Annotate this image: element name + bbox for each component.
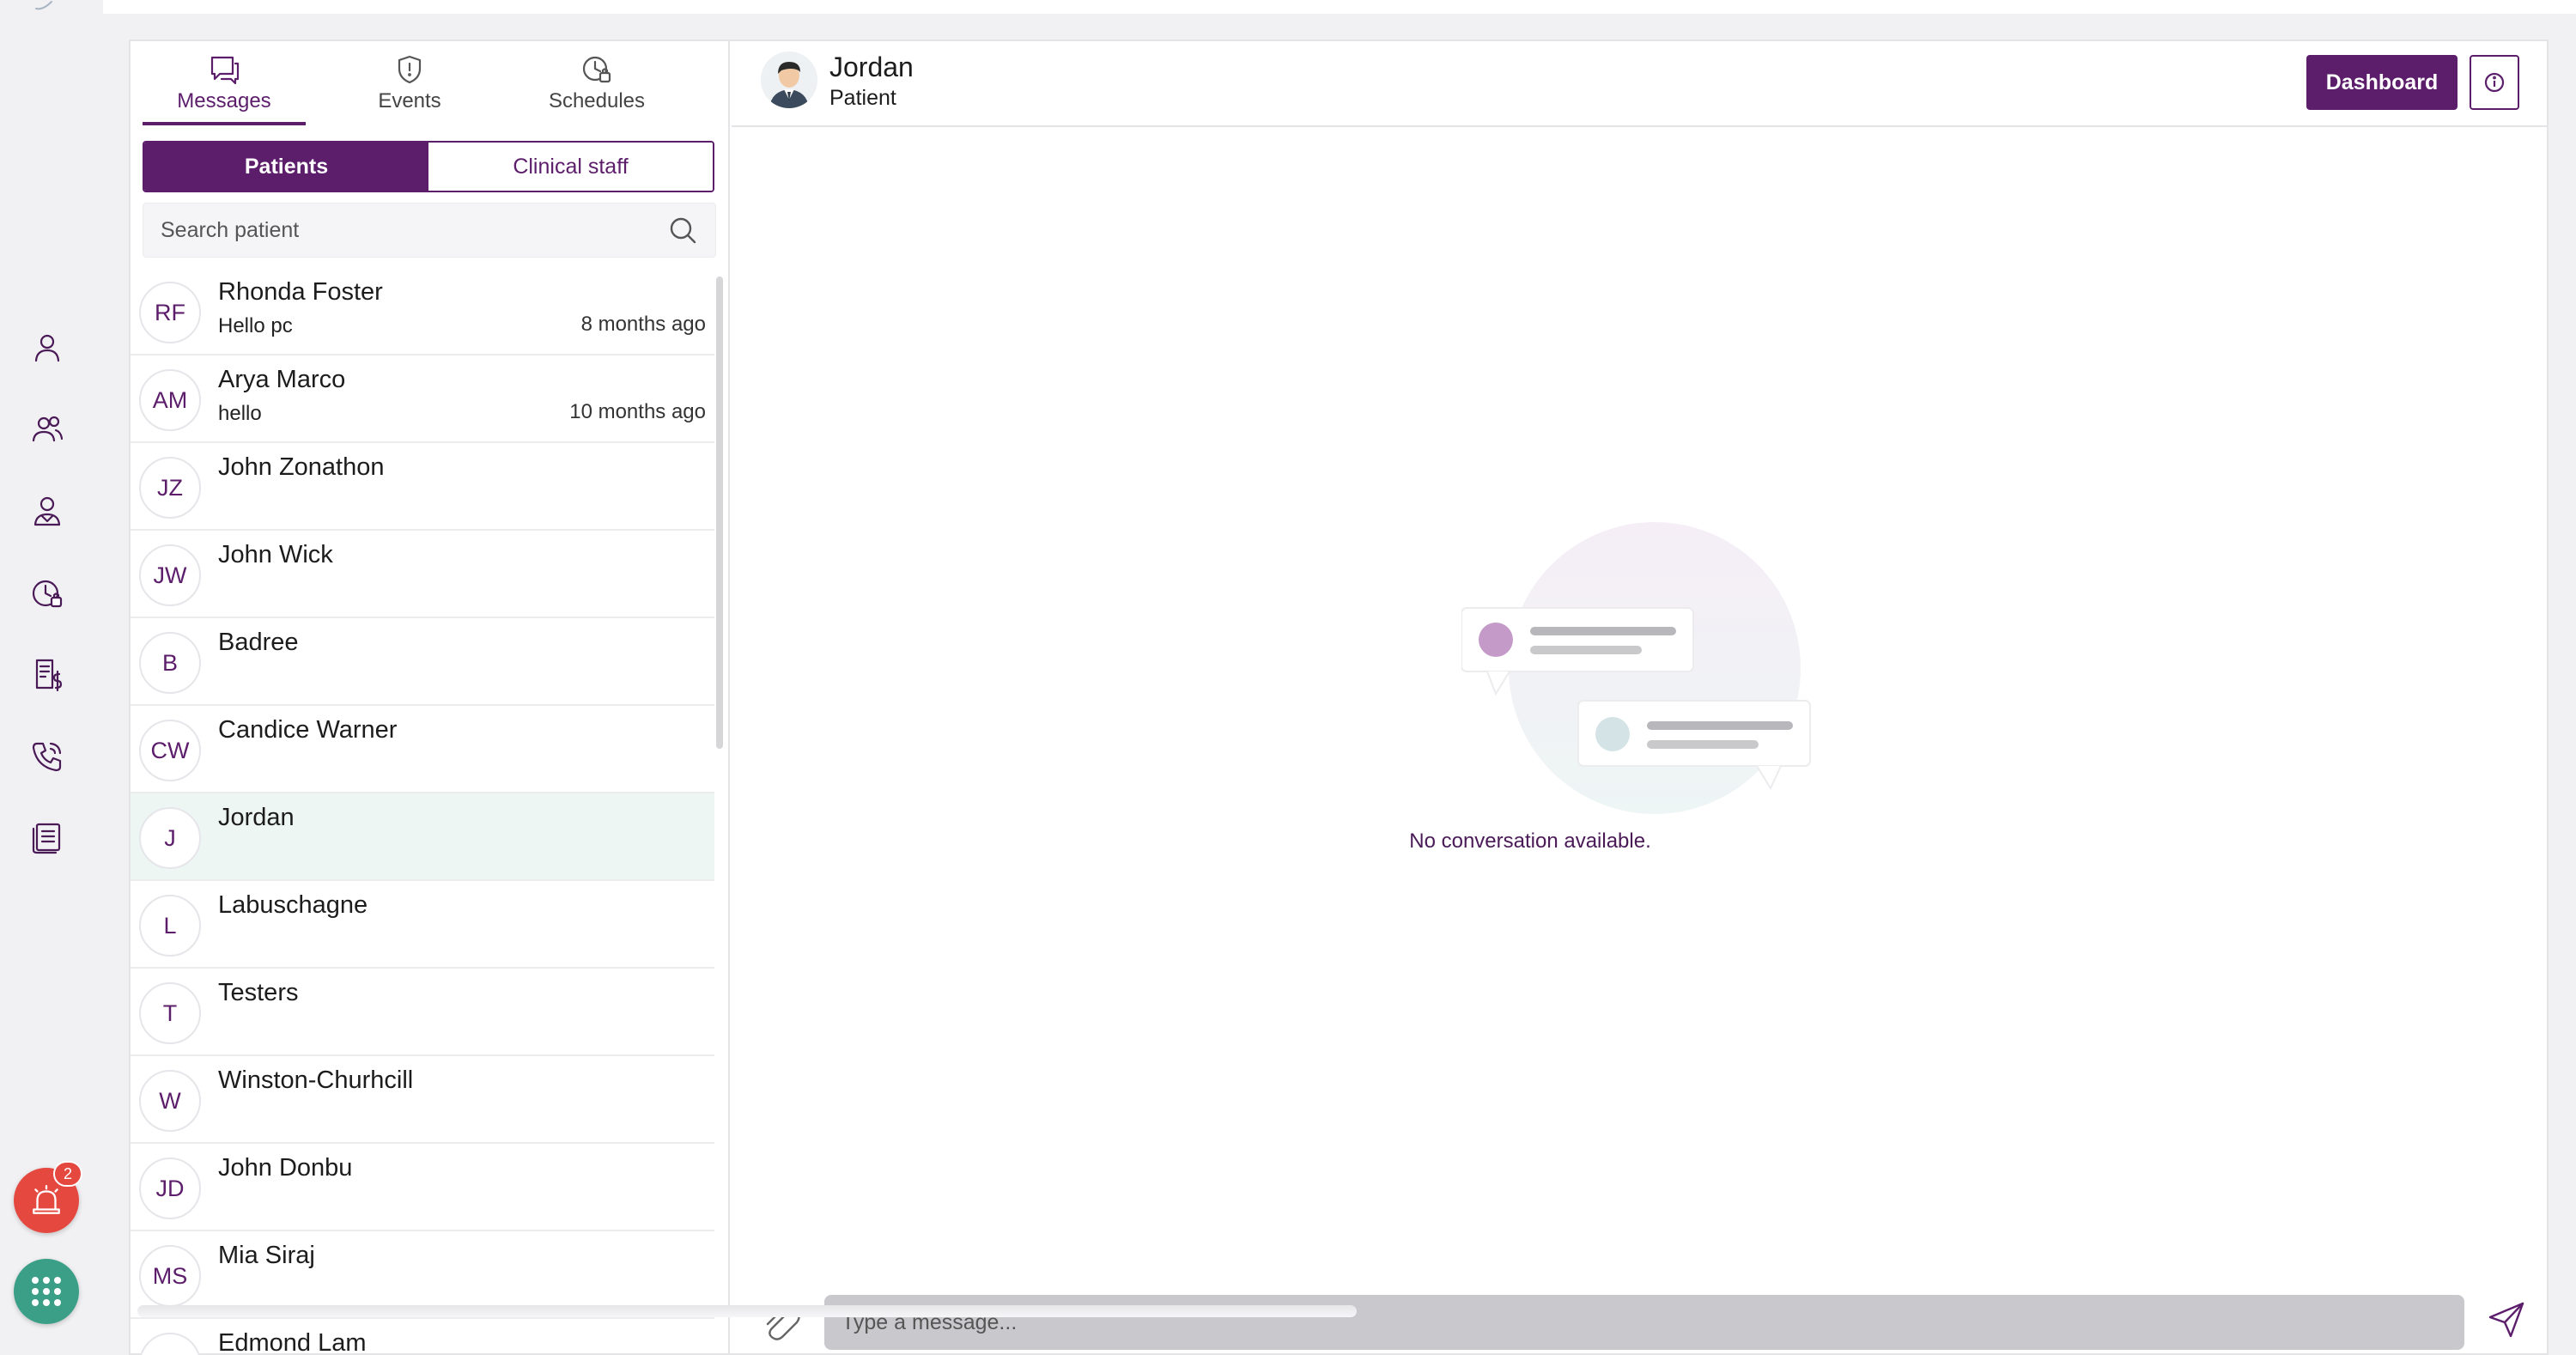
patient-initials-avatar: JZ <box>139 457 201 519</box>
send-icon <box>2488 1302 2524 1338</box>
message-input[interactable] <box>824 1295 2464 1350</box>
patient-initials-avatar: T <box>139 982 201 1044</box>
empty-conversation-illustration <box>1461 522 1811 814</box>
patient-row[interactable]: T Testers <box>131 969 714 1056</box>
patient-row[interactable]: L Labuschagne <box>131 881 714 969</box>
tab-schedules[interactable]: Schedules <box>515 50 678 124</box>
left-rail: 2 <box>0 0 103 1355</box>
patient-name: Labuschagne <box>218 891 368 919</box>
patient-name: Mia Siraj <box>218 1242 315 1269</box>
patient-row[interactable]: W Winston-Churhcill <box>131 1056 714 1144</box>
user-icon[interactable] <box>26 326 69 369</box>
search-box <box>143 203 716 258</box>
patient-name: Rhonda Foster <box>218 278 383 306</box>
tab-label: Events <box>378 89 441 112</box>
tab-bar: Messages Events Schedules <box>131 41 730 127</box>
dialpad-icon <box>32 1277 61 1306</box>
chat-contact-name: Jordan <box>829 52 914 82</box>
patient-initials-avatar: AM <box>139 369 201 431</box>
bottom-shadow <box>137 1305 1357 1317</box>
info-button[interactable] <box>2470 55 2519 110</box>
patient-staff-toggle: Patients Clinical staff <box>143 141 714 192</box>
avatar <box>761 52 817 108</box>
send-button[interactable] <box>2487 1300 2530 1343</box>
patient-row[interactable]: RF Rhonda Foster Hello pc 8 months ago <box>131 268 714 355</box>
last-message-preview: Hello pc <box>218 314 293 337</box>
logo-fragment-icon <box>35 1 52 10</box>
search-input[interactable] <box>161 217 667 243</box>
patient-name: Badree <box>218 629 299 656</box>
patient-initials-avatar: L <box>139 895 201 957</box>
alarm-count-badge: 2 <box>53 1161 82 1187</box>
patient-name: John Zonathon <box>218 453 385 481</box>
last-message-time: 8 months ago <box>580 313 706 336</box>
tab-messages[interactable]: Messages <box>143 50 306 125</box>
last-message-time: 10 months ago <box>569 400 706 423</box>
tab-events[interactable]: Events <box>328 50 491 124</box>
tab-label: Messages <box>177 89 271 112</box>
chat-contact-role: Patient <box>829 86 896 110</box>
patient-initials-avatar: RF <box>139 282 201 343</box>
patient-row[interactable]: CW Candice Warner <box>131 706 714 793</box>
patient-initials-avatar: EL <box>139 1333 201 1355</box>
patient-name: Candice Warner <box>218 716 398 744</box>
patient-name: Jordan <box>218 804 295 831</box>
chat-column: Jordan Patient Dashboard No conversation… <box>732 41 2547 1353</box>
tab-label: Schedules <box>548 89 646 112</box>
patient-name: John Donbu <box>218 1154 353 1182</box>
patient-initials-avatar: W <box>139 1070 201 1132</box>
patient-row[interactable]: B Badree <box>131 618 714 706</box>
messaging-panel: Messages Events Schedules Patients Clini… <box>129 39 2549 1355</box>
last-message-preview: hello <box>218 402 262 425</box>
phone-icon[interactable] <box>26 735 69 778</box>
shield-icon <box>398 55 422 84</box>
chat-header: Jordan Patient Dashboard <box>732 41 2547 127</box>
clinical-staff-toggle-button[interactable]: Clinical staff <box>428 143 713 191</box>
search-icon[interactable] <box>667 215 698 246</box>
patient-name: Testers <box>218 979 299 1006</box>
patients-toggle-button[interactable]: Patients <box>144 143 428 191</box>
alarm-bell-icon <box>33 1185 60 1214</box>
patient-row[interactable]: JZ John Zonathon <box>131 443 714 531</box>
info-icon <box>2484 72 2505 93</box>
patient-name: Arya Marco <box>218 366 346 393</box>
patient-row[interactable]: AM Arya Marco hello 10 months ago <box>131 355 714 443</box>
conversation-list-column: Messages Events Schedules Patients Clini… <box>131 41 730 1355</box>
empty-state-message: No conversation available. <box>1409 829 1651 853</box>
dialpad-button[interactable] <box>14 1259 79 1324</box>
patient-initials-avatar: JD <box>139 1158 201 1219</box>
patient-name: John Wick <box>218 541 333 568</box>
patient-name: Winston-Churhcill <box>218 1066 414 1094</box>
patient-initials-avatar: J <box>139 807 201 869</box>
billing-icon[interactable] <box>26 653 69 696</box>
patient-initials-avatar: JW <box>139 544 201 606</box>
patient-initials-avatar: MS <box>139 1245 201 1307</box>
patient-initials-avatar: B <box>139 632 201 694</box>
patient-row[interactable]: EL Edmond Lam <box>131 1319 714 1355</box>
patient-row[interactable]: JW John Wick <box>131 531 714 618</box>
patient-row[interactable]: J Jordan <box>131 793 714 881</box>
patient-initials-avatar: CW <box>139 720 201 781</box>
schedule-icon[interactable] <box>26 572 69 615</box>
message-icon <box>210 56 240 85</box>
list-scrollbar[interactable] <box>716 276 723 749</box>
patient-list: RF Rhonda Foster Hello pc 8 months ago AM Ary… <box>131 268 714 1355</box>
users-icon[interactable] <box>26 407 69 450</box>
dashboard-button[interactable]: Dashboard <box>2306 55 2458 110</box>
records-icon[interactable] <box>26 816 69 859</box>
schedule-icon <box>582 56 611 83</box>
patient-name: Edmond Lam <box>218 1329 367 1355</box>
patient-avatar-icon <box>761 52 817 108</box>
top-bar <box>103 0 2576 14</box>
patient-row[interactable]: JD John Donbu <box>131 1144 714 1231</box>
doctor-icon[interactable] <box>26 489 69 532</box>
